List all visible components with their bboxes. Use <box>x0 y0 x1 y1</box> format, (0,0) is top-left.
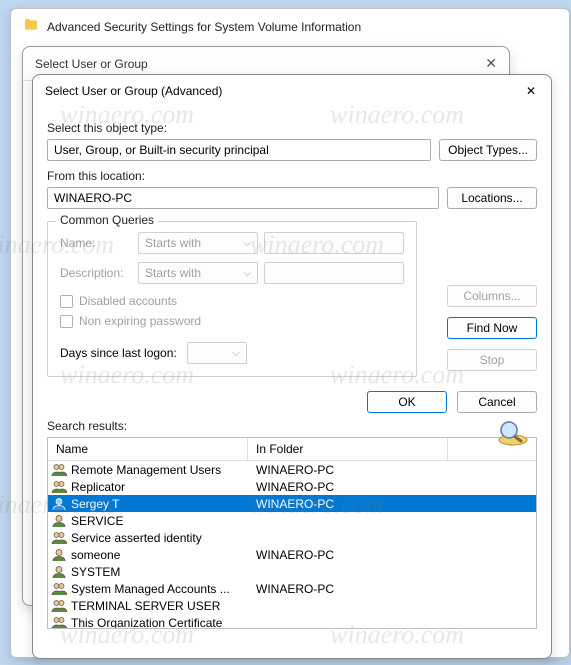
folder-icon <box>23 17 39 36</box>
disabled-accounts-label: Disabled accounts <box>79 294 177 308</box>
common-queries-group: Common Queries Name: Starts with ⌵ Descr… <box>47 221 417 377</box>
result-row[interactable]: SERVICE <box>48 512 536 529</box>
name-filter-combo: Starts with ⌵ <box>138 232 258 254</box>
result-name: Service asserted identity <box>71 531 202 545</box>
result-name: someone <box>71 548 120 562</box>
user-icon <box>51 548 67 562</box>
location-field[interactable]: WINAERO-PC <box>47 187 439 209</box>
security-window-title: Advanced Security Settings for System Vo… <box>47 20 361 34</box>
name-filter-label: Name: <box>60 236 132 250</box>
result-name: This Organization Certificate <box>71 616 222 630</box>
chevron-down-icon: ⌵ <box>243 268 251 279</box>
dialog-title: Select User or Group (Advanced) <box>45 84 222 98</box>
chevron-down-icon: ⌵ <box>232 348 240 359</box>
object-types-button[interactable]: Object Types... <box>439 139 537 161</box>
search-directory-icon[interactable] <box>491 417 531 447</box>
result-name: System Managed Accounts ... <box>71 582 230 596</box>
days-since-logon-label: Days since last logon: <box>60 346 177 360</box>
group-icon <box>51 616 67 630</box>
column-folder[interactable]: In Folder <box>248 438 448 460</box>
common-queries-label: Common Queries <box>56 213 158 227</box>
result-row[interactable]: someone WINAERO-PC <box>48 546 536 563</box>
result-folder: WINAERO-PC <box>248 480 448 494</box>
result-row[interactable]: Remote Management Users WINAERO-PC <box>48 461 536 478</box>
user-icon <box>51 565 67 579</box>
result-row[interactable]: Sergey T WINAERO-PC <box>48 495 536 512</box>
result-name: SERVICE <box>71 514 123 528</box>
results-header: Name In Folder <box>48 438 536 461</box>
days-since-logon-combo: ⌵ <box>187 342 247 364</box>
close-icon[interactable]: ✕ <box>485 55 497 72</box>
search-results-label: Search results: <box>47 419 537 433</box>
user-icon <box>51 497 67 511</box>
result-name: Remote Management Users <box>71 463 221 477</box>
select-user-group-advanced-dialog: Select User or Group (Advanced) ✕ Select… <box>32 74 552 659</box>
result-name: TERMINAL SERVER USER <box>71 599 220 613</box>
stop-button[interactable]: Stop <box>447 349 537 371</box>
result-row[interactable]: Replicator WINAERO-PC <box>48 478 536 495</box>
result-folder: WINAERO-PC <box>248 463 448 477</box>
group-icon <box>51 582 67 596</box>
object-type-field[interactable]: User, Group, or Built-in security princi… <box>47 139 431 161</box>
close-button[interactable]: ✕ <box>523 83 539 99</box>
find-now-button[interactable]: Find Now <box>447 317 537 339</box>
columns-button[interactable]: Columns... <box>447 285 537 307</box>
cancel-button[interactable]: Cancel <box>457 391 537 413</box>
user-icon <box>51 514 67 528</box>
result-row[interactable]: SYSTEM <box>48 563 536 580</box>
search-results-list[interactable]: Name In Folder Remote Management Users WI… <box>47 437 537 629</box>
result-folder: WINAERO-PC <box>248 548 448 562</box>
result-row[interactable]: This Organization Certificate <box>48 614 536 629</box>
result-name: Replicator <box>71 480 125 494</box>
description-filter-combo: Starts with ⌵ <box>138 262 258 284</box>
chevron-down-icon: ⌵ <box>243 238 251 249</box>
result-row[interactable]: System Managed Accounts ... WINAERO-PC <box>48 580 536 597</box>
non-expiring-label: Non expiring password <box>79 314 201 328</box>
dialog-titlebar: Select User or Group (Advanced) ✕ <box>33 75 551 107</box>
select-user-group-title: Select User or Group <box>35 57 148 71</box>
result-folder: WINAERO-PC <box>248 582 448 596</box>
group-icon <box>51 463 67 477</box>
name-filter-input <box>264 232 404 254</box>
column-name[interactable]: Name <box>48 438 248 460</box>
result-name: SYSTEM <box>71 565 120 579</box>
disabled-accounts-checkbox <box>60 295 73 308</box>
security-window-titlebar: Advanced Security Settings for System Vo… <box>11 9 569 44</box>
ok-button[interactable]: OK <box>367 391 447 413</box>
result-name: Sergey T <box>71 497 119 511</box>
locations-button[interactable]: Locations... <box>447 187 537 209</box>
result-row[interactable]: TERMINAL SERVER USER <box>48 597 536 614</box>
close-icon: ✕ <box>526 84 536 98</box>
group-icon <box>51 599 67 613</box>
non-expiring-checkbox <box>60 315 73 328</box>
result-row[interactable]: Service asserted identity <box>48 529 536 546</box>
location-label: From this location: <box>47 169 537 183</box>
group-icon <box>51 480 67 494</box>
group-icon <box>51 531 67 545</box>
description-filter-label: Description: <box>60 266 132 280</box>
result-folder: WINAERO-PC <box>248 497 448 511</box>
object-type-label: Select this object type: <box>47 121 537 135</box>
description-filter-input <box>264 262 404 284</box>
